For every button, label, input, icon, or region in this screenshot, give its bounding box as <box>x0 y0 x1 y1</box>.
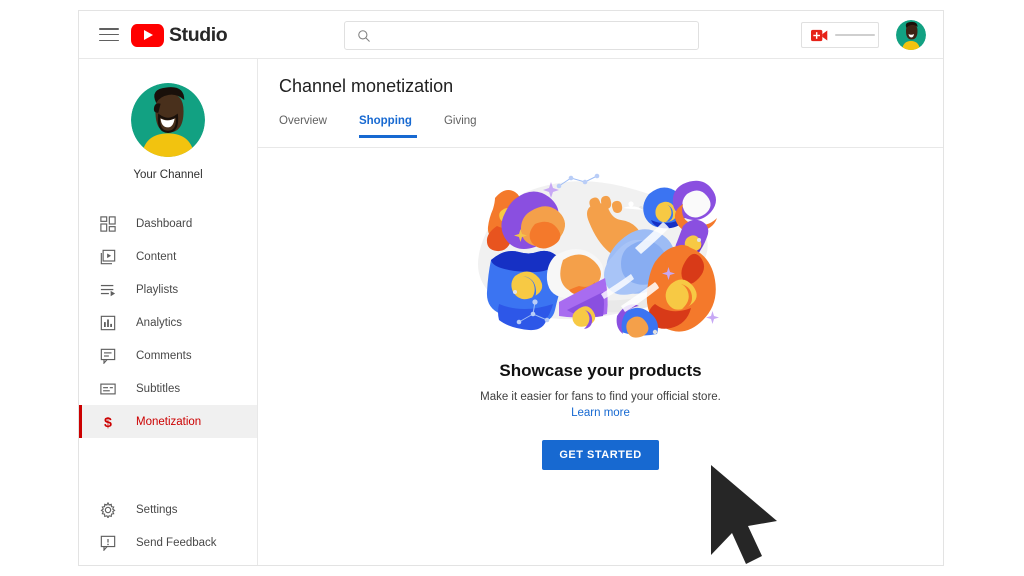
search-box[interactable] <box>344 21 699 50</box>
tab-giving[interactable]: Giving <box>444 115 493 138</box>
tab-bar: Overview Shopping Giving <box>279 115 509 138</box>
tab-shopping[interactable]: Shopping <box>358 115 428 138</box>
search-icon <box>358 29 370 42</box>
page-title: Channel monetization <box>279 76 454 96</box>
sidebar-item-analytics[interactable]: Analytics <box>79 306 257 339</box>
sidebar-bottom-nav: Settings Send Feedback <box>79 493 257 559</box>
sidebar-item-settings[interactable]: Settings <box>79 493 257 526</box>
channel-name: Your Channel <box>133 169 203 181</box>
sidebar-item-label: Subtitles <box>136 382 181 395</box>
youtube-studio-window: Studio Your Channel Dashboard Content Pl… <box>78 10 944 566</box>
sidebar-item-label: Content <box>136 250 177 263</box>
sidebar-item-dashboard[interactable]: Dashboard <box>79 207 257 240</box>
hamburger-menu-icon[interactable] <box>99 28 119 43</box>
hamburger-line <box>99 33 119 36</box>
studio-brand-logo[interactable]: Studio <box>131 24 228 47</box>
sidebar-item-send-feedback[interactable]: Send Feedback <box>79 526 257 559</box>
sidebar-item-monetization[interactable]: $ Monetization <box>79 405 257 438</box>
channel-avatar-image <box>131 83 205 157</box>
sidebar-item-label: Send Feedback <box>136 536 217 549</box>
playlists-icon <box>99 281 117 299</box>
sidebar-item-label: Dashboard <box>136 217 193 230</box>
sidebar-item-content[interactable]: Content <box>79 240 257 273</box>
tab-divider <box>258 147 943 148</box>
sidebar-item-label: Playlists <box>136 283 179 296</box>
channel-block: Your Channel <box>79 59 257 181</box>
tab-overview[interactable]: Overview <box>279 115 343 138</box>
account-avatar[interactable] <box>896 20 926 50</box>
main-content: Channel monetization Overview Shopping G… <box>258 59 943 565</box>
sidebar-item-comments[interactable]: Comments <box>79 339 257 372</box>
channel-avatar[interactable] <box>131 83 205 157</box>
gear-icon <box>99 501 117 519</box>
sidebar-nav-list: Dashboard Content Playlists Analytics Co… <box>79 207 257 438</box>
sidebar-item-playlists[interactable]: Playlists <box>79 273 257 306</box>
learn-more-link[interactable]: Learn more <box>571 407 630 419</box>
sidebar-item-label: Comments <box>136 349 192 362</box>
dollar-sign-icon: $ <box>99 413 117 431</box>
hamburger-line <box>99 39 119 42</box>
comments-icon <box>99 347 117 365</box>
empty-state-subtitle: Make it easier for fans to find your off… <box>480 391 721 403</box>
account-avatar-image <box>896 20 926 50</box>
empty-state: Showcase your products Make it easier fo… <box>258 164 943 470</box>
sidebar-item-label: Settings <box>136 503 178 516</box>
content-icon <box>99 248 117 266</box>
create-button[interactable] <box>801 22 879 48</box>
hamburger-line <box>99 28 119 30</box>
sidebar-item-label: Analytics <box>136 316 183 329</box>
video-camera-plus-icon <box>811 29 828 41</box>
analytics-icon <box>99 314 117 332</box>
search-input[interactable] <box>380 27 674 44</box>
svg-text:$: $ <box>104 414 112 429</box>
feedback-icon <box>99 534 117 552</box>
dashboard-icon <box>99 215 117 233</box>
sidebar: Your Channel Dashboard Content Playlists… <box>79 59 258 565</box>
empty-state-title: Showcase your products <box>499 361 702 380</box>
get-started-button[interactable]: GET STARTED <box>542 440 659 470</box>
brand-text: Studio <box>169 24 228 46</box>
youtube-logo-icon <box>131 24 164 47</box>
merchandise-products-illustration <box>477 173 719 338</box>
sidebar-item-label: Monetization <box>136 415 202 428</box>
subtitles-icon <box>99 380 117 398</box>
sidebar-item-subtitles[interactable]: Subtitles <box>79 372 257 405</box>
create-button-label <box>835 33 875 37</box>
top-header-bar: Studio <box>79 11 943 59</box>
